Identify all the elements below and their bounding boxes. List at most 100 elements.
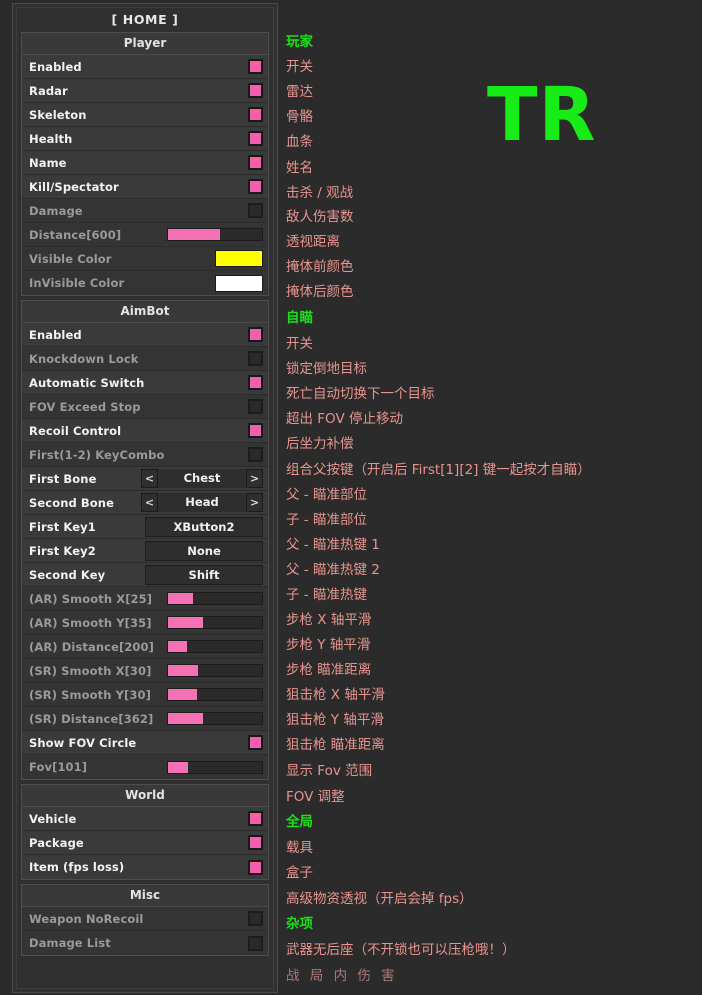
slider-track[interactable] [167, 592, 263, 605]
setting-row[interactable]: (AR) Smooth X[25] [22, 587, 268, 611]
setting-row[interactable]: Package [22, 831, 268, 855]
chevron-right-icon[interactable]: > [246, 469, 263, 488]
checkbox-toggle[interactable] [248, 131, 263, 146]
slider-track[interactable] [167, 688, 263, 701]
checkbox-toggle[interactable] [248, 911, 263, 926]
setting-row[interactable]: Damage [22, 199, 268, 223]
setting-row[interactable]: Knockdown Lock [22, 347, 268, 371]
keybind-button[interactable]: XButton2 [145, 516, 263, 537]
setting-row[interactable]: InVisible Color [22, 271, 268, 295]
setting-row[interactable]: Second Key Shift [22, 563, 268, 587]
setting-row[interactable]: Automatic Switch [22, 371, 268, 395]
slider-track[interactable] [167, 760, 263, 774]
setting-label: Second Bone [29, 495, 114, 510]
setting-row[interactable]: (SR) Distance[362] [22, 707, 268, 731]
slider-fill [168, 761, 188, 773]
setting-row[interactable]: Fov[101] [22, 755, 268, 779]
setting-row[interactable]: Second Bone < Head > [22, 491, 268, 515]
annotation-label: 开关 [286, 336, 313, 352]
checkbox-toggle[interactable] [248, 399, 263, 414]
slider-track[interactable] [167, 664, 263, 677]
bone-selector[interactable]: < Chest > [141, 469, 263, 488]
chevron-right-icon[interactable]: > [246, 493, 263, 512]
setting-label: (AR) Distance[200] [29, 639, 154, 654]
setting-row[interactable]: FOV Exceed Stop [22, 395, 268, 419]
checkbox-toggle[interactable] [248, 107, 263, 122]
setting-row[interactable]: Weapon NoRecoil [22, 907, 268, 931]
annotation-label: 步枪 X 轴平滑 [286, 612, 372, 628]
setting-label: Health [29, 131, 73, 146]
slider-fill [168, 229, 220, 240]
color-swatch[interactable] [215, 274, 263, 292]
setting-row[interactable]: First Key2 None [22, 539, 268, 563]
setting-row[interactable]: Enabled [22, 55, 268, 79]
checkbox-toggle[interactable] [248, 83, 263, 98]
setting-label: Radar [29, 83, 68, 98]
setting-row[interactable]: First Key1 XButton2 [22, 515, 268, 539]
setting-row[interactable]: Radar [22, 79, 268, 103]
slider-fill [168, 641, 187, 652]
settings-group-player: Player Enabled Radar Skeleton Health Name Kill… [21, 32, 269, 296]
keybind-button[interactable]: None [145, 540, 263, 561]
checkbox-toggle[interactable] [248, 835, 263, 850]
checkbox-toggle[interactable] [248, 179, 263, 194]
checkbox-toggle[interactable] [248, 423, 263, 438]
settings-group-world: World Vehicle Package Item (fps loss) [21, 784, 269, 880]
setting-row[interactable]: First(1-2) KeyCombo [22, 443, 268, 467]
slider-track[interactable] [167, 712, 263, 725]
setting-row[interactable]: Enabled [22, 323, 268, 347]
setting-row[interactable]: Kill/Spectator [22, 175, 268, 199]
setting-label: First Bone [29, 471, 97, 486]
setting-label: Enabled [29, 59, 82, 74]
tr-watermark: TR [487, 72, 597, 158]
checkbox-toggle[interactable] [248, 735, 263, 750]
setting-row[interactable]: Name [22, 151, 268, 175]
checkbox-toggle[interactable] [248, 351, 263, 366]
checkbox-toggle[interactable] [248, 811, 263, 826]
checkbox-toggle[interactable] [248, 59, 263, 74]
annotation-label: 父 - 瞄准部位 [286, 487, 367, 503]
setting-row[interactable]: Damage List [22, 931, 268, 955]
checkbox-toggle[interactable] [248, 447, 263, 462]
setting-row[interactable]: (AR) Smooth Y[35] [22, 611, 268, 635]
group-header-world: World [22, 785, 268, 807]
setting-row[interactable]: Show FOV Circle [22, 731, 268, 755]
slider-fill [168, 593, 194, 604]
checkbox-toggle[interactable] [248, 155, 263, 170]
annotation-section-title: 杂项 [286, 916, 313, 932]
setting-row[interactable]: Recoil Control [22, 419, 268, 443]
chevron-left-icon[interactable]: < [141, 469, 158, 488]
setting-row[interactable]: Distance[600] [22, 223, 268, 247]
setting-label: FOV Exceed Stop [29, 399, 141, 414]
checkbox-toggle[interactable] [248, 327, 263, 342]
setting-label: Second Key [29, 567, 106, 582]
keybind-button[interactable]: Shift [145, 564, 263, 585]
color-swatch[interactable] [215, 250, 263, 267]
setting-row[interactable]: (AR) Distance[200] [22, 635, 268, 659]
checkbox-toggle[interactable] [248, 935, 263, 951]
setting-row[interactable]: Vehicle [22, 807, 268, 831]
setting-row[interactable]: Health [22, 127, 268, 151]
checkbox-toggle[interactable] [248, 203, 263, 218]
annotation-label: 父 - 瞄准热键 2 [286, 562, 380, 578]
setting-row[interactable]: First Bone < Chest > [22, 467, 268, 491]
setting-label: Enabled [29, 327, 82, 342]
slider-track[interactable] [167, 228, 263, 241]
setting-label: First(1-2) KeyCombo [29, 447, 165, 462]
bone-selector[interactable]: < Head > [141, 493, 263, 512]
setting-row[interactable]: Visible Color [22, 247, 268, 271]
slider-track[interactable] [167, 640, 263, 653]
setting-row[interactable]: (SR) Smooth X[30] [22, 659, 268, 683]
setting-row[interactable]: (SR) Smooth Y[30] [22, 683, 268, 707]
chevron-left-icon[interactable]: < [141, 493, 158, 512]
annotation-label: 步枪 瞄准距离 [286, 662, 372, 678]
setting-row[interactable]: Item (fps loss) [22, 855, 268, 879]
setting-row[interactable]: Skeleton [22, 103, 268, 127]
setting-label: Weapon NoRecoil [29, 911, 144, 926]
settings-group-list: Player Enabled Radar Skeleton Health Name Kill… [21, 32, 269, 956]
checkbox-toggle[interactable] [248, 859, 263, 875]
setting-label: First Key2 [29, 543, 96, 558]
setting-label: First Key1 [29, 519, 96, 534]
checkbox-toggle[interactable] [248, 375, 263, 390]
slider-track[interactable] [167, 616, 263, 629]
